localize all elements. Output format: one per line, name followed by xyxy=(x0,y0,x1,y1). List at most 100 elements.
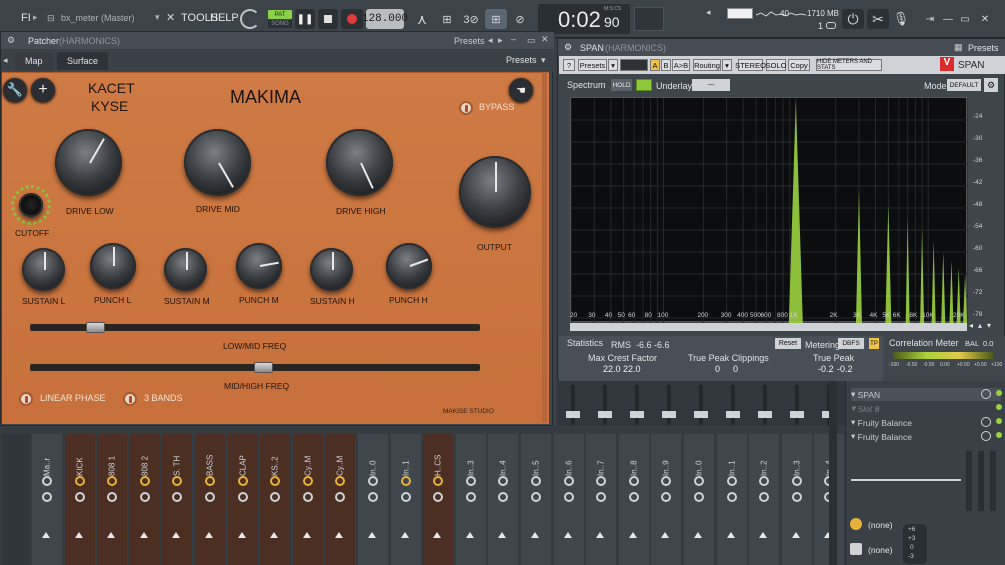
span-menu-icon[interactable]: ⚙ xyxy=(564,42,572,53)
patcher-menu-icon[interactable]: ⚙ xyxy=(7,35,15,46)
span-presets-button[interactable]: Presets xyxy=(578,59,607,71)
send-icon[interactable] xyxy=(531,492,541,502)
mixer-scrollbar[interactable] xyxy=(829,381,837,565)
hold-button[interactable]: HOLD xyxy=(611,79,632,91)
send-arrow-icon[interactable] xyxy=(531,532,539,538)
send-icon[interactable] xyxy=(563,492,574,502)
route-icon[interactable] xyxy=(759,476,770,486)
insert-fader[interactable] xyxy=(763,385,767,425)
send-arrow-icon[interactable] xyxy=(335,532,344,538)
route-icon[interactable] xyxy=(661,476,672,486)
prev-preset-icon[interactable]: ◂ xyxy=(488,35,493,46)
span-preset-icon[interactable]: ▦ xyxy=(954,42,963,53)
microphone-icon[interactable]: 🎙 xyxy=(891,9,911,29)
send-arrow-icon[interactable] xyxy=(465,532,474,538)
add-icon[interactable]: + xyxy=(31,78,55,102)
mixer-strip[interactable]: In..9 xyxy=(651,434,682,565)
insert-fader-handle[interactable] xyxy=(566,411,580,418)
patcher-minimize-icon[interactable]: – xyxy=(511,34,516,44)
tp-toggle[interactable]: TP xyxy=(869,338,879,349)
send-icon[interactable] xyxy=(400,492,411,502)
output-gain[interactable]: +6 +3 0 -3 xyxy=(903,524,927,564)
route-icon[interactable] xyxy=(694,476,704,486)
mode-select[interactable]: DEFAULT xyxy=(947,79,981,91)
send-arrow-icon[interactable] xyxy=(628,532,637,538)
span-hide-meters-button[interactable]: HIDE METERS AND STATS xyxy=(816,59,882,71)
send-arrow-icon[interactable] xyxy=(74,532,83,538)
menu-arrow-icon[interactable]: ▸ xyxy=(33,12,38,23)
insert-fader[interactable] xyxy=(635,385,639,425)
insert-fader-handle[interactable] xyxy=(726,411,740,418)
sustain-h-knob[interactable] xyxy=(310,248,353,291)
send-arrow-icon[interactable] xyxy=(661,532,670,538)
patcher-presets[interactable]: Presets xyxy=(454,36,485,46)
insert-fader-handle[interactable] xyxy=(758,411,772,418)
input-none[interactable]: (none) xyxy=(868,520,893,530)
send-arrow-icon[interactable] xyxy=(563,532,572,538)
countdown-icon[interactable]: 3⊘ xyxy=(460,9,482,29)
tab-surface[interactable]: Surface xyxy=(57,52,109,70)
insert-fader-handle[interactable] xyxy=(630,411,644,418)
output-none[interactable]: (none) xyxy=(868,545,893,555)
slot-fruity-balance-2[interactable]: ▾ Fruity Balance xyxy=(851,430,1001,443)
send-arrow-icon[interactable] xyxy=(139,532,148,538)
tab-map[interactable]: Map xyxy=(15,52,53,70)
mixer-strip[interactable]: In..3 xyxy=(455,434,486,565)
mid-high-freq-thumb[interactable] xyxy=(254,362,274,373)
insert-fader-handle[interactable] xyxy=(662,411,676,418)
maximize-icon[interactable]: ▭ xyxy=(958,9,972,29)
forward-icon[interactable]: ⇥ xyxy=(921,9,939,29)
sustain-m-knob[interactable] xyxy=(164,248,207,291)
mixer-strip[interactable]: CLAP xyxy=(227,434,258,565)
send-arrow-icon[interactable] xyxy=(596,532,605,538)
route-icon[interactable] xyxy=(205,476,215,486)
send-icon[interactable] xyxy=(726,492,737,502)
route-icon[interactable] xyxy=(433,476,444,486)
send-icon[interactable] xyxy=(661,492,672,502)
patcher-scrollbar[interactable] xyxy=(542,72,547,422)
span-presets[interactable]: Presets xyxy=(968,43,999,53)
mixer-strip[interactable]: H..CS xyxy=(423,434,454,565)
scroll-down-icon[interactable]: ▾ xyxy=(987,321,991,330)
send-icon[interactable] xyxy=(628,492,639,502)
send-icon[interactable] xyxy=(270,492,281,502)
route-icon[interactable] xyxy=(139,476,150,486)
route-icon[interactable] xyxy=(172,476,183,486)
time-panel[interactable]: 0:02 90 M:S:CS xyxy=(538,4,630,34)
tabs-left-icon[interactable]: ◂ xyxy=(3,55,8,66)
insert-fader-handle[interactable] xyxy=(790,411,804,418)
send-icon[interactable] xyxy=(433,492,444,502)
sustain-l-knob[interactable] xyxy=(22,248,65,291)
route-icon[interactable] xyxy=(465,476,476,486)
mixer-strip[interactable]: 808 2 xyxy=(129,434,160,565)
slot-empty[interactable]: ▾ Slot 8 xyxy=(851,402,1001,415)
blend-notes-icon[interactable]: ⊘ xyxy=(509,9,531,29)
route-icon[interactable] xyxy=(596,476,607,486)
span-routing-button[interactable]: Routing xyxy=(693,59,721,71)
mixer-strip[interactable]: In..6 xyxy=(553,434,584,565)
send-icon[interactable] xyxy=(237,492,248,502)
insert-fader[interactable] xyxy=(667,385,671,425)
route-icon[interactable] xyxy=(335,476,346,486)
send-icon[interactable] xyxy=(596,492,607,502)
scroll-up-icon[interactable]: ▴ xyxy=(978,321,982,330)
tools-icon[interactable]: ✂ xyxy=(867,9,889,29)
next-preset-icon[interactable]: ▸ xyxy=(498,35,503,46)
mixer-strip[interactable]: In..0 xyxy=(358,434,388,565)
mixer-strip[interactable]: In..4 xyxy=(488,434,519,565)
insert-fader[interactable] xyxy=(731,385,735,425)
slot-led-1[interactable] xyxy=(996,390,1002,396)
route-icon[interactable] xyxy=(368,476,378,486)
send-arrow-icon[interactable] xyxy=(726,532,735,538)
menu-f[interactable]: FI xyxy=(21,12,31,24)
route-icon[interactable] xyxy=(563,476,574,486)
menu-help[interactable]: HELP xyxy=(210,12,239,24)
surface-presets[interactable]: Presets xyxy=(506,55,537,65)
span-copy-button[interactable]: Copy xyxy=(788,59,810,71)
eq-fader-2[interactable] xyxy=(978,451,984,511)
surface-presets-arrow-icon[interactable]: ▾ xyxy=(541,55,546,66)
insert-fader[interactable] xyxy=(603,385,607,425)
insert-fader-handle[interactable] xyxy=(694,411,708,418)
mixer-strip[interactable]: In..8 xyxy=(618,434,649,565)
spectrum-graph[interactable] xyxy=(570,97,968,323)
